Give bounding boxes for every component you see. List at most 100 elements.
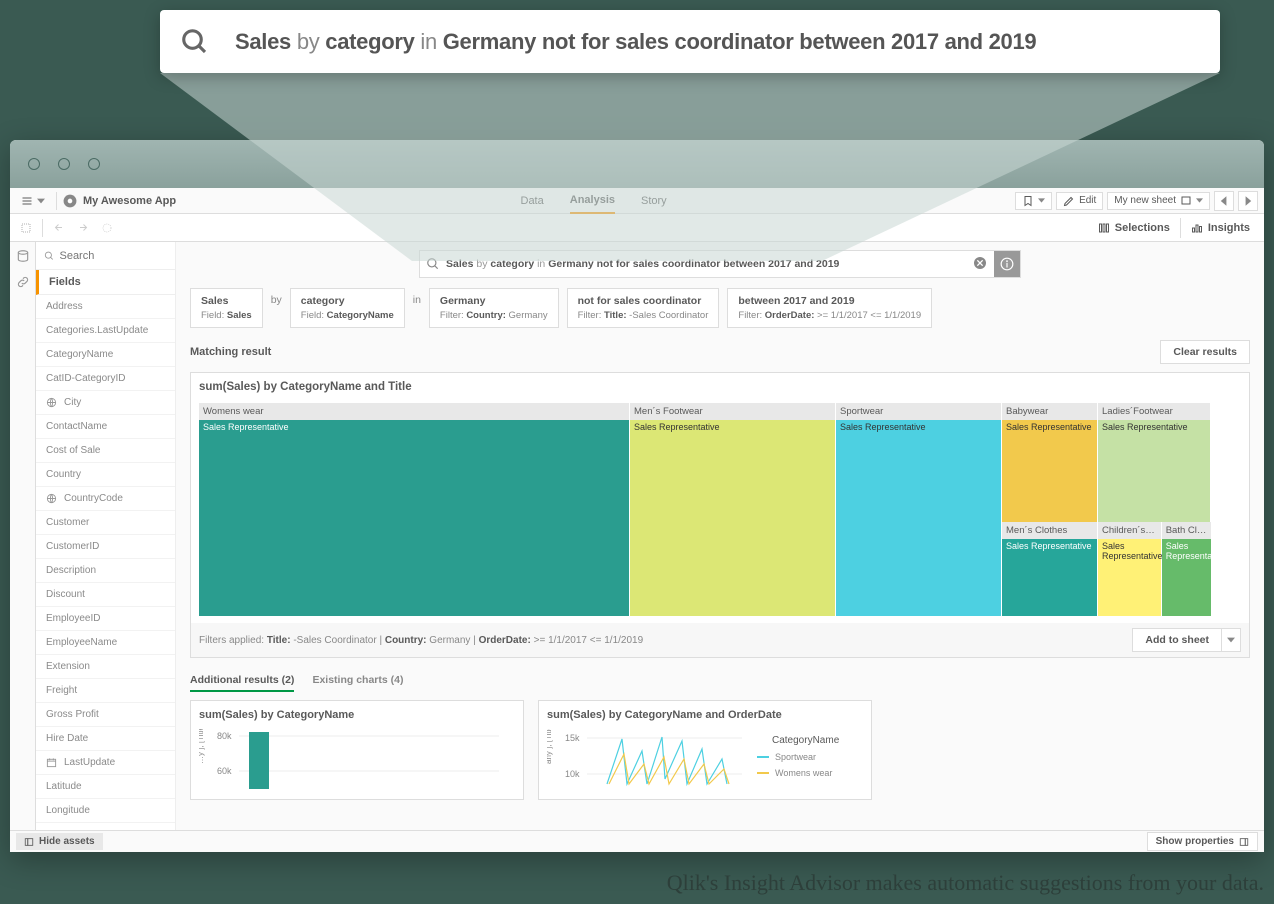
tab-existing-charts[interactable]: Existing charts (4): [312, 670, 403, 692]
treemap-category-label: Babywear: [1002, 403, 1097, 420]
info-button[interactable]: [994, 251, 1020, 277]
query-token-chip[interactable]: categoryField: CategoryName: [290, 288, 405, 328]
search-icon: [44, 250, 54, 262]
globe-icon: [46, 493, 58, 504]
field-item[interactable]: Address: [36, 295, 175, 319]
traffic-light-close[interactable]: [28, 158, 40, 170]
field-item[interactable]: Discount: [36, 583, 175, 607]
treemap-cell[interactable]: Men´s ClothesSales Representative: [1002, 522, 1097, 615]
globe-icon: [46, 397, 58, 408]
traffic-light-max[interactable]: [88, 158, 100, 170]
hide-assets-button[interactable]: Hide assets: [16, 833, 103, 850]
treemap-sub-label: Sales Representative: [199, 420, 629, 616]
clear-results-button[interactable]: Clear results: [1160, 340, 1250, 364]
clear-selections-icon[interactable]: [95, 216, 119, 240]
result-card-line[interactable]: sum(Sales) by CategoryName and OrderDate…: [538, 700, 872, 800]
bookmark-button[interactable]: [1015, 192, 1052, 210]
menu-button[interactable]: [16, 195, 50, 207]
additional-results-row: sum(Sales) by CategoryName …y ], [Title]…: [190, 700, 1250, 800]
selections-toggle[interactable]: Selections: [1088, 218, 1180, 238]
treemap-cell[interactable]: Ladies´FootwearSales Representative: [1098, 403, 1210, 521]
treemap-cell[interactable]: SportwearSales Representative: [836, 403, 1001, 615]
edit-button[interactable]: Edit: [1056, 192, 1103, 210]
treemap-sub-label: Sales Representative: [1002, 539, 1097, 616]
field-label: Country: [46, 469, 81, 480]
field-item[interactable]: CountryCode: [36, 487, 175, 511]
app-icon: [63, 194, 77, 208]
nav-next-button[interactable]: [1238, 191, 1258, 211]
treemap-cell[interactable]: Bath Clo…Sales Representative: [1162, 522, 1211, 615]
fields-search-input[interactable]: [59, 250, 167, 262]
field-item[interactable]: Gross Profit: [36, 703, 175, 727]
treemap-category-label: Womens wear: [199, 403, 629, 420]
show-properties-button[interactable]: Show properties: [1147, 832, 1258, 851]
tab-data[interactable]: Data: [521, 189, 544, 213]
field-label: ContactName: [46, 421, 107, 432]
query-token-chip[interactable]: between 2017 and 2019Filter: OrderDate: …: [727, 288, 932, 328]
query-token-chip[interactable]: not for sales coordinatorFilter: Title: …: [567, 288, 720, 328]
field-item[interactable]: Customer: [36, 511, 175, 535]
field-item[interactable]: Hire Date: [36, 727, 175, 751]
field-item[interactable]: City: [36, 391, 175, 415]
field-item[interactable]: ContactName: [36, 415, 175, 439]
treemap-sub-label: Sales Representative: [836, 420, 1001, 616]
main-area: Fields AddressCategories.LastUpdateCateg…: [10, 242, 1264, 830]
field-item[interactable]: Country: [36, 463, 175, 487]
rail-db-icon[interactable]: [15, 248, 31, 264]
rail-link-icon[interactable]: [15, 274, 31, 290]
tab-analysis[interactable]: Analysis: [570, 188, 615, 214]
field-item[interactable]: Extension: [36, 655, 175, 679]
field-item[interactable]: Description: [36, 559, 175, 583]
treemap-cell[interactable]: BabywearSales Representative: [1002, 403, 1097, 521]
traffic-light-min[interactable]: [58, 158, 70, 170]
query-token-chip[interactable]: SalesField: Sales: [190, 288, 263, 328]
treemap-cell[interactable]: Children´s w…Sales Representative: [1098, 522, 1161, 615]
field-label: Gross Profit: [46, 709, 99, 720]
field-item[interactable]: CustomerID: [36, 535, 175, 559]
insights-toggle[interactable]: Insights: [1180, 218, 1260, 238]
field-item[interactable]: LastUpdate: [36, 751, 175, 775]
svg-text:15k: 15k: [565, 733, 580, 743]
field-item[interactable]: Categories.LastUpdate: [36, 319, 175, 343]
field-label: Categories.LastUpdate: [46, 325, 148, 336]
step-forward-icon[interactable]: [71, 216, 95, 240]
query-token-chip[interactable]: GermanyFilter: Country: Germany: [429, 288, 559, 328]
svg-text:10k: 10k: [565, 769, 580, 779]
sub-toolbar: Selections Insights: [10, 214, 1264, 242]
field-label: EmployeeName: [46, 637, 117, 648]
calendar-icon: [46, 757, 58, 768]
field-item[interactable]: Cost of Sale: [36, 439, 175, 463]
field-item[interactable]: EmployeeID: [36, 607, 175, 631]
treemap-cell[interactable]: Womens wearSales Representative: [199, 403, 629, 615]
sheet-dropdown[interactable]: My new sheet: [1107, 192, 1210, 210]
clear-query-icon[interactable]: [972, 255, 990, 273]
svg-text:80k: 80k: [217, 731, 232, 741]
field-item[interactable]: Longitude: [36, 799, 175, 823]
nav-prev-button[interactable]: [1214, 191, 1234, 211]
field-label: CountryCode: [64, 493, 123, 504]
field-item[interactable]: CategoryName: [36, 343, 175, 367]
treemap-chart[interactable]: Womens wearSales RepresentativeMen´s Foo…: [199, 403, 1241, 615]
bar-chart-preview: …y ], [Title]=–[… 80k 60k: [199, 729, 517, 789]
field-item[interactable]: CatID-CategoryID: [36, 367, 175, 391]
step-back-icon[interactable]: [47, 216, 71, 240]
treemap-category-label: Ladies´Footwear: [1098, 403, 1210, 420]
tab-additional-results[interactable]: Additional results (2): [190, 670, 294, 692]
insight-search-bar[interactable]: Sales by category in Germany not for sal…: [419, 250, 1021, 278]
asset-rail: [10, 242, 36, 830]
svg-text:…y ], [Title]=–[…: …y ], [Title]=–[…: [199, 729, 205, 764]
treemap-cell[interactable]: Men´s FootwearSales Representative: [630, 403, 835, 615]
insights-content: Sales by category in Germany not for sal…: [176, 242, 1264, 830]
tab-story[interactable]: Story: [641, 189, 667, 213]
result-card-bar[interactable]: sum(Sales) by CategoryName …y ], [Title]…: [190, 700, 524, 800]
lasso-icon[interactable]: [14, 216, 38, 240]
field-item[interactable]: Latitude: [36, 775, 175, 799]
field-label: City: [64, 397, 81, 408]
field-label: LastUpdate: [64, 757, 115, 768]
add-to-sheet-button[interactable]: Add to sheet: [1132, 628, 1221, 652]
treemap-sub-label: Sales Representative: [1002, 420, 1097, 522]
search-icon: [180, 27, 210, 57]
add-to-sheet-dropdown[interactable]: [1221, 628, 1241, 652]
field-item[interactable]: EmployeeName: [36, 631, 175, 655]
field-item[interactable]: Freight: [36, 679, 175, 703]
